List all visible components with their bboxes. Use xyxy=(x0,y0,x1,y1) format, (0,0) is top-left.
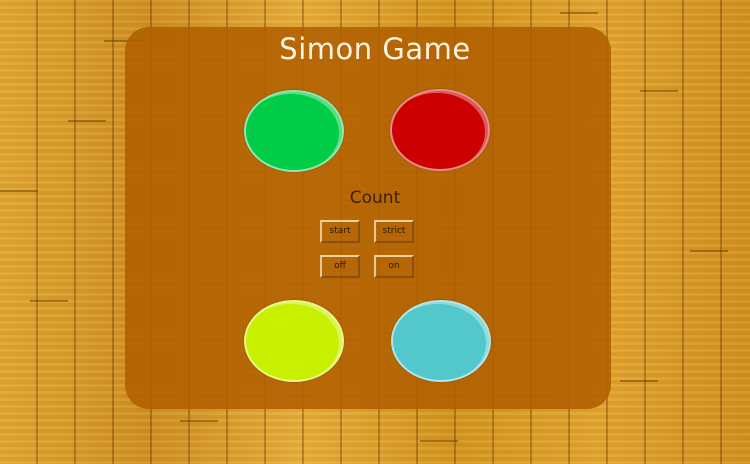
on-button[interactable]: on xyxy=(374,255,414,278)
blue-pad[interactable] xyxy=(391,300,491,382)
yellow-pad[interactable] xyxy=(244,300,344,382)
game-title: Simon Game xyxy=(279,32,471,66)
red-pad[interactable] xyxy=(390,89,490,171)
off-button[interactable]: off xyxy=(320,255,360,278)
start-button[interactable]: start xyxy=(320,220,360,243)
count-display: Count xyxy=(349,188,401,208)
strict-button[interactable]: strict xyxy=(374,220,414,243)
green-pad[interactable] xyxy=(244,90,344,172)
game-panel xyxy=(125,27,611,409)
